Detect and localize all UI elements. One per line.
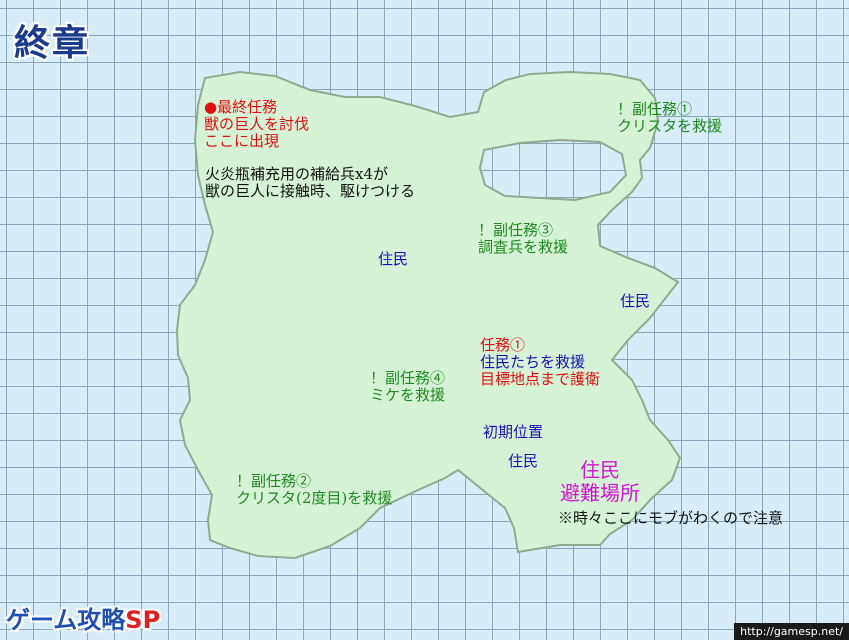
final-mission-label: ●最終任務 獣の巨人を討伐 ここに出現 (204, 99, 309, 150)
mob-note: ※時々ここにモブがわくので注意 (558, 509, 784, 527)
side-mission-1-line2: クリスタを救援 (617, 117, 723, 135)
site-logo: ゲーム攻略SP (6, 600, 160, 635)
side-mission-2-label: ！副任務② クリスタ(2度目)を救援 (236, 473, 392, 507)
mission-1-label: 任務① 住民たちを救援 目標地点まで護衛 (480, 337, 600, 388)
supply-note: 火炎瓶補充用の補給兵x4が 獣の巨人に接触時、駆けつける (205, 166, 415, 200)
final-mission-line2: 獣の巨人を討伐 (204, 115, 310, 133)
mission-1-line1: 任務① (480, 336, 526, 354)
mission-1-line3: 目標地点まで護衛 (480, 370, 601, 388)
mission-1-line2: 住民たちを救援 (480, 353, 586, 371)
side-mission-3-line2: 調査兵を救援 (478, 238, 569, 256)
supply-note-line1: 火炎瓶補充用の補給兵x4が (205, 165, 389, 183)
supply-note-line2: 獣の巨人に接触時、駆けつける (205, 182, 416, 200)
final-mission-line1: ●最終任務 (204, 98, 278, 116)
side-mission-1-label: ！副任務① クリスタを救援 (617, 101, 722, 135)
resident-marker-1: 住民 (378, 250, 409, 268)
resident-marker-2: 住民 (620, 292, 651, 310)
side-mission-3-label: ！副任務③ 調査兵を救援 (478, 222, 568, 256)
side-mission-4-label: ！副任務④ ミケを救援 (370, 370, 445, 404)
shelter-line1: 住民 (580, 458, 620, 482)
logo-accent: SP (125, 606, 161, 634)
shelter-label: 住民 避難場所 (560, 459, 640, 505)
side-mission-3-line1: ！副任務③ (478, 221, 554, 239)
site-url: http://gamesp.net/ (734, 623, 849, 640)
side-mission-4-line2: ミケを救援 (370, 386, 446, 404)
side-mission-1-line1: ！副任務① (617, 100, 693, 118)
logo-main: ゲーム攻略 (6, 606, 126, 634)
start-position-label: 初期位置 (483, 423, 544, 441)
resident-marker-3: 住民 (508, 452, 539, 470)
side-mission-2-line2: クリスタ(2度目)を救援 (236, 489, 393, 507)
side-mission-2-line1: ！副任務② (236, 472, 312, 490)
shelter-line2: 避難場所 (560, 481, 640, 505)
map-canvas (175, 70, 682, 560)
side-mission-4-line1: ！副任務④ (370, 369, 446, 387)
final-mission-line3: ここに出現 (204, 132, 280, 150)
page-title: 終章 (14, 23, 91, 64)
